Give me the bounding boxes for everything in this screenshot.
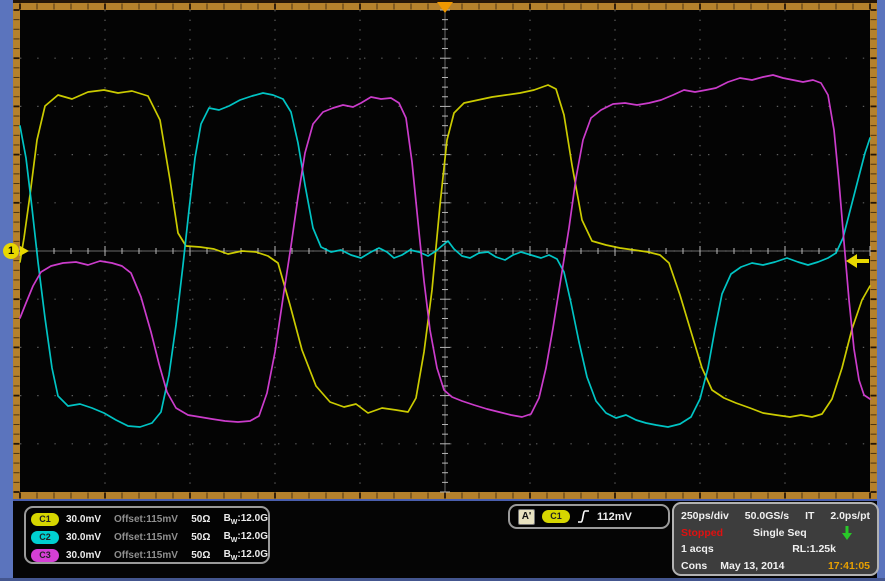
acquisition-state-row: Stopped Single Seq: [681, 525, 870, 542]
offset-readout: Offset:115mV: [114, 514, 184, 525]
trigger-level-readout: 112mV: [597, 511, 632, 523]
oscilloscope-screen: 1 C1 30.0mV Offset:115mV 50Ω BW:12.0G C2…: [0, 0, 885, 581]
date-readout: May 13, 2014: [720, 560, 784, 572]
impedance-readout: 50Ω: [191, 514, 216, 525]
interpolation-mode-readout: IT: [805, 510, 814, 522]
trigger-channel-badge[interactable]: C1: [542, 510, 570, 523]
record-length-readout: RL:1.25k: [792, 543, 836, 555]
time-readout: 17:41:05: [828, 560, 870, 572]
bandwidth-readout: BW:12.0G: [224, 531, 268, 544]
resolution-readout: 2.0ps/pt: [830, 510, 870, 522]
waveform-graticule: [0, 0, 885, 581]
trigger-source-badge[interactable]: A': [518, 509, 535, 525]
vertical-scale-readout: 30.0mV: [66, 532, 107, 543]
acquisition-state: Stopped: [681, 527, 723, 539]
right-arrow-icon: [20, 246, 29, 256]
offset-readout: Offset:115mV: [114, 532, 184, 543]
channel-badge-c1[interactable]: C1: [31, 513, 59, 526]
channel-row-c1[interactable]: C1 30.0mV Offset:115mV 50Ω BW:12.0G: [31, 510, 268, 528]
sample-rate-readout: 50.0GS/s: [745, 510, 789, 522]
vertical-scale-readout: 30.0mV: [66, 514, 107, 525]
status-bar: C1 30.0mV Offset:115mV 50Ω BW:12.0G C2 3…: [13, 501, 877, 578]
channel-row-c3[interactable]: C3 30.0mV Offset:115mV 50Ω BW:12.0G: [31, 546, 268, 564]
impedance-readout: 50Ω: [191, 550, 216, 561]
rising-edge-icon: [577, 509, 590, 524]
horizontal-settings-row: 250ps/div 50.0GS/s IT 2.0ps/pt: [681, 508, 870, 525]
acquisition-count: 1 acqs: [681, 543, 714, 555]
cons-label: Cons: [681, 560, 707, 572]
marker-tail: [856, 259, 869, 263]
sequence-mode: Single Seq: [753, 527, 807, 539]
trigger-position-marker[interactable]: [437, 2, 453, 13]
horizontal-acquisition-panel[interactable]: 250ps/div 50.0GS/s IT 2.0ps/pt Stopped S…: [672, 502, 879, 576]
impedance-readout: 50Ω: [191, 532, 216, 543]
bandwidth-readout: BW:12.0G: [224, 549, 268, 562]
acquisition-count-row: 1 acqs RL:1.25k: [681, 541, 870, 558]
vertical-scale-readout: 30.0mV: [66, 550, 107, 561]
trigger-readout-panel[interactable]: A' C1 112mV: [508, 504, 670, 529]
trigger-ready-indicator-icon: [842, 525, 852, 541]
bandwidth-readout: BW:12.0G: [224, 513, 268, 526]
timebase-readout: 250ps/div: [681, 510, 729, 522]
trigger-level-marker[interactable]: [846, 254, 870, 268]
channel-ref-marker[interactable]: 1: [3, 243, 19, 259]
offset-readout: Offset:115mV: [114, 550, 184, 561]
channels-readout-panel[interactable]: C1 30.0mV Offset:115mV 50Ω BW:12.0G C2 3…: [24, 506, 270, 564]
channel-badge-c3[interactable]: C3: [31, 549, 59, 562]
date-time-row: Cons May 13, 2014 17:41:05: [681, 558, 870, 575]
channel-badge-c2[interactable]: C2: [31, 531, 59, 544]
channel-row-c2[interactable]: C2 30.0mV Offset:115mV 50Ω BW:12.0G: [31, 528, 268, 546]
